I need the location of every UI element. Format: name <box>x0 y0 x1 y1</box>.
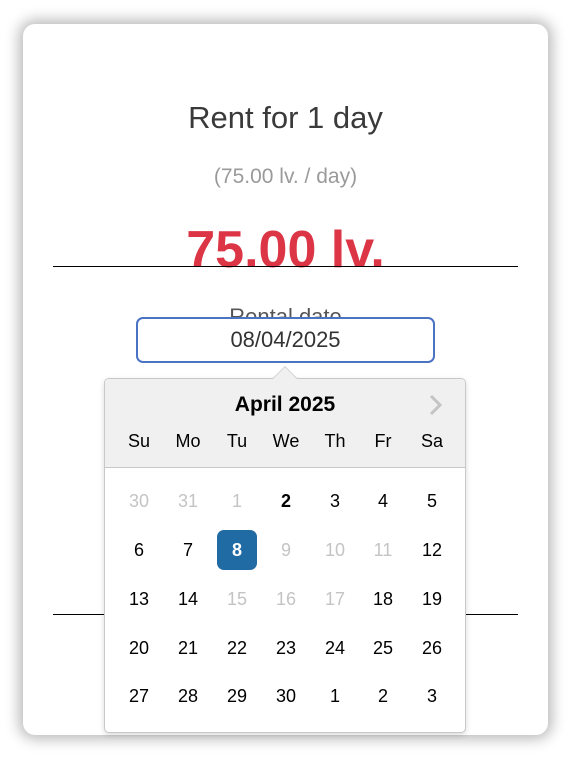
calendar-day[interactable]: 27 <box>119 676 159 716</box>
datepicker-header: April 2025 Su Mo Tu We Th Fr Sa <box>105 379 465 468</box>
calendar-day: 10 <box>324 540 346 560</box>
calendar-day[interactable]: 4 <box>363 481 403 521</box>
calendar-day[interactable]: 22 <box>217 628 257 668</box>
calendar-day[interactable]: 26 <box>412 628 452 668</box>
calendar-day[interactable]: 28 <box>168 676 208 716</box>
calendar-day: 11 <box>373 540 393 560</box>
divider <box>53 266 518 267</box>
calendar-day[interactable]: 21 <box>168 628 208 668</box>
calendar-day[interactable]: 19 <box>412 579 452 619</box>
month-label: April 2025 <box>234 393 336 416</box>
weekday-label: Su <box>127 431 151 451</box>
datepicker: April 2025 Su Mo Tu We Th Fr Sa 30 31 1 2 3 4 5 6 7 8 9 1… <box>104 378 466 733</box>
calendar-day: 9 <box>280 540 291 560</box>
calendar-day: 31 <box>177 491 199 511</box>
calendar-day[interactable]: 7 <box>168 530 208 570</box>
calendar-day: 17 <box>324 589 346 609</box>
calendar-day[interactable]: 13 <box>119 579 159 619</box>
calendar-day[interactable]: 23 <box>266 628 306 668</box>
weekday-label: Mo <box>175 431 201 451</box>
calendar-day[interactable]: 18 <box>363 579 403 619</box>
calendar-day[interactable]: 6 <box>119 530 159 570</box>
calendar-day[interactable]: 25 <box>363 628 403 668</box>
calendar-day[interactable]: 5 <box>412 481 452 521</box>
calendar-day[interactable]: 29 <box>217 676 257 716</box>
weekday-label: Sa <box>420 431 444 451</box>
rental-date-input[interactable] <box>136 317 435 363</box>
datepicker-caret <box>273 367 297 379</box>
calendar-day[interactable]: 3 <box>315 481 355 521</box>
calendar-day[interactable]: 30 <box>266 676 306 716</box>
rental-title: Rent for 1 day <box>188 100 383 135</box>
selected-day[interactable]: 8 <box>217 530 257 570</box>
total-price: 75.00 lv. <box>186 221 385 279</box>
calendar-day[interactable]: 1 <box>315 676 355 716</box>
calendar-day[interactable]: 24 <box>315 628 355 668</box>
chevron-right-icon[interactable] <box>423 393 447 417</box>
weekday-label: Tu <box>226 431 248 451</box>
weekday-label: We <box>272 431 300 451</box>
calendar-day[interactable]: 12 <box>412 530 452 570</box>
calendar-day[interactable]: 2 <box>363 676 403 716</box>
calendar-day: 16 <box>275 589 297 609</box>
weekday-label: Fr <box>374 431 392 451</box>
price-per-day: (75.00 lv. / day) <box>213 165 358 188</box>
calendar-day[interactable]: 20 <box>119 628 159 668</box>
calendar-day: 1 <box>231 491 242 511</box>
calendar-day[interactable]: 2 <box>266 481 306 521</box>
calendar-day[interactable]: 14 <box>168 579 208 619</box>
calendar-day[interactable]: 3 <box>412 676 452 716</box>
calendar-day: 15 <box>226 589 248 609</box>
calendar-day: 30 <box>128 491 150 511</box>
weekday-label: Th <box>324 431 346 451</box>
